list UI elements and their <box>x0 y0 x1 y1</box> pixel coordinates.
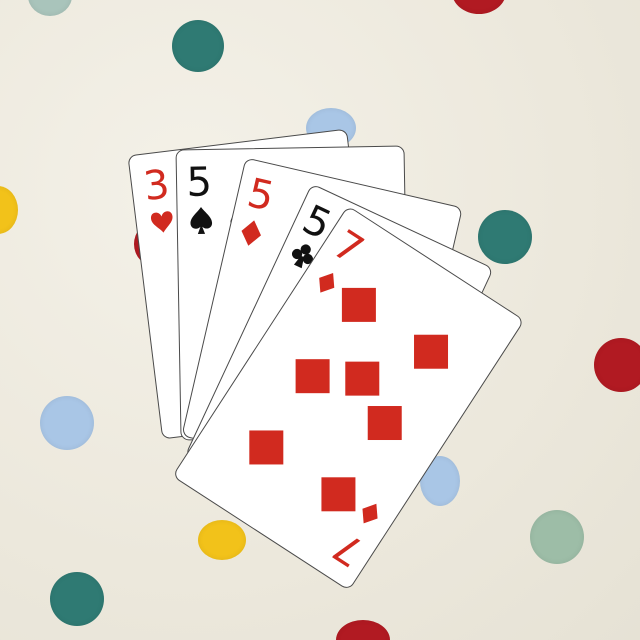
diamond-pip <box>414 334 449 369</box>
polka-dot-background: 3 5 5 5 7 7 <box>0 0 640 640</box>
diamond-pip <box>345 361 380 396</box>
diamond-pip <box>295 359 330 394</box>
diamond-pip <box>341 287 376 322</box>
card-hand: 3 5 5 5 7 7 <box>128 129 522 588</box>
diamond-pip <box>249 430 284 465</box>
diamond-pip <box>367 406 402 441</box>
diamond-pip <box>321 477 356 512</box>
card-rank: 5 <box>186 159 212 205</box>
